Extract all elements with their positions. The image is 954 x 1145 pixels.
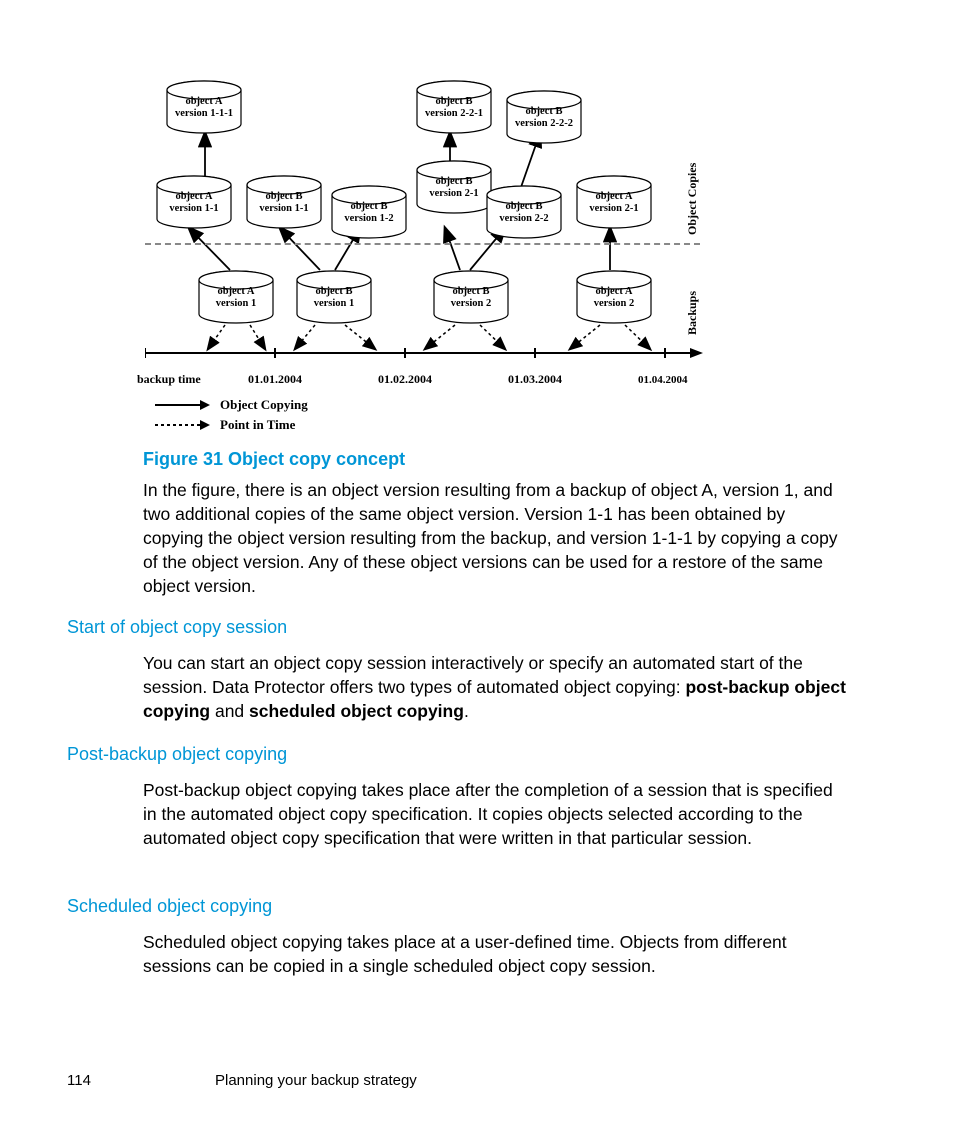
cyl-label: version 1-1-1 — [175, 108, 233, 119]
cyl-b-2-2-1: object Bversion 2-2-1 — [415, 80, 493, 134]
cyl-label: version 1 — [314, 298, 355, 309]
legend-row-solid: Object Copying — [155, 395, 308, 415]
tick-4: 01.04.2004 — [638, 374, 688, 386]
cyl-label: version 1-1 — [259, 203, 308, 214]
cyl-label: object B — [525, 106, 562, 117]
figure-legend: Object Copying Point in Time — [155, 395, 308, 435]
page-number: 114 — [67, 1072, 91, 1089]
cyl-label: object A — [175, 191, 212, 202]
tick-2: 01.02.2004 — [378, 372, 432, 387]
cyl-label: object B — [435, 96, 472, 107]
cyl-label: object B — [505, 201, 542, 212]
divider-dashed — [145, 243, 700, 245]
cyl-label: object B — [265, 191, 302, 202]
label-object-copies: Object Copies — [685, 163, 700, 235]
cyl-label: object A — [217, 286, 254, 297]
cyl-label: object A — [595, 191, 632, 202]
cyl-label: object B — [452, 286, 489, 297]
paragraph-scheduled: Scheduled object copying takes place at … — [143, 930, 846, 978]
text: and — [210, 701, 249, 721]
cyl-a-1-1: object Aversion 1-1 — [155, 175, 233, 229]
cyl-a-1: object Aversion 1 — [197, 270, 275, 324]
cyl-label: version 2 — [594, 298, 635, 309]
x-axis-label: backup time — [137, 372, 201, 387]
figure-diagram: object Aversion 1-1-1 object Bversion 2-… — [145, 60, 865, 355]
cyl-b-2: object Bversion 2 — [432, 270, 510, 324]
cyl-label: version 1-1 — [169, 203, 218, 214]
cyl-label: object B — [315, 286, 352, 297]
cyl-label: version 2-2 — [499, 213, 548, 224]
cyl-a-1-1-1: object Aversion 1-1-1 — [165, 80, 243, 134]
cyl-label: version 2-2-2 — [515, 118, 573, 129]
cyl-a-2-1: object Aversion 2-1 — [575, 175, 653, 229]
text: . — [464, 701, 469, 721]
cyl-label: version 1-2 — [344, 213, 393, 224]
cyl-b-1: object Bversion 1 — [295, 270, 373, 324]
cyl-b-2-2: object Bversion 2-2 — [485, 185, 563, 239]
cyl-b-1-1: object Bversion 1-1 — [245, 175, 323, 229]
cyl-b-2-1: object Bversion 2-1 — [415, 160, 493, 214]
cyl-label: version 2-2-1 — [425, 108, 483, 119]
heading-postbackup: Post-backup object copying — [67, 744, 287, 765]
heading-scheduled: Scheduled object copying — [67, 896, 272, 917]
legend-row-dashed: Point in Time — [155, 415, 308, 435]
chapter-title: Planning your backup strategy — [215, 1072, 417, 1089]
cyl-label: object B — [435, 176, 472, 187]
paragraph-postbackup: Post-backup object copying takes place a… — [143, 778, 846, 850]
cyl-label: version 2-1 — [589, 203, 638, 214]
tick-1: 01.01.2004 — [248, 372, 302, 387]
cyl-label: object A — [595, 286, 632, 297]
tick-3: 01.03.2004 — [508, 372, 562, 387]
legend-label: Object Copying — [220, 397, 308, 413]
text-bold: scheduled object copying — [249, 701, 464, 721]
document-page: object Aversion 1-1-1 object Bversion 2-… — [0, 0, 954, 1145]
cyl-label: object A — [185, 96, 222, 107]
cyl-label: object B — [350, 201, 387, 212]
figure-caption: Figure 31 Object copy concept — [143, 449, 405, 470]
paragraph-intro: In the figure, there is an object versio… — [143, 478, 846, 598]
cyl-a-2: object Aversion 2 — [575, 270, 653, 324]
heading-start: Start of object copy session — [67, 617, 287, 638]
paragraph-start: You can start an object copy session int… — [143, 651, 846, 723]
cyl-label: version 2 — [451, 298, 492, 309]
cyl-label: version 1 — [216, 298, 257, 309]
legend-label: Point in Time — [220, 417, 295, 433]
cyl-label: version 2-1 — [429, 188, 478, 199]
label-backups: Backups — [685, 291, 700, 335]
cyl-b-2-2-2: object Bversion 2-2-2 — [505, 90, 583, 144]
cyl-b-1-2: object Bversion 1-2 — [330, 185, 408, 239]
